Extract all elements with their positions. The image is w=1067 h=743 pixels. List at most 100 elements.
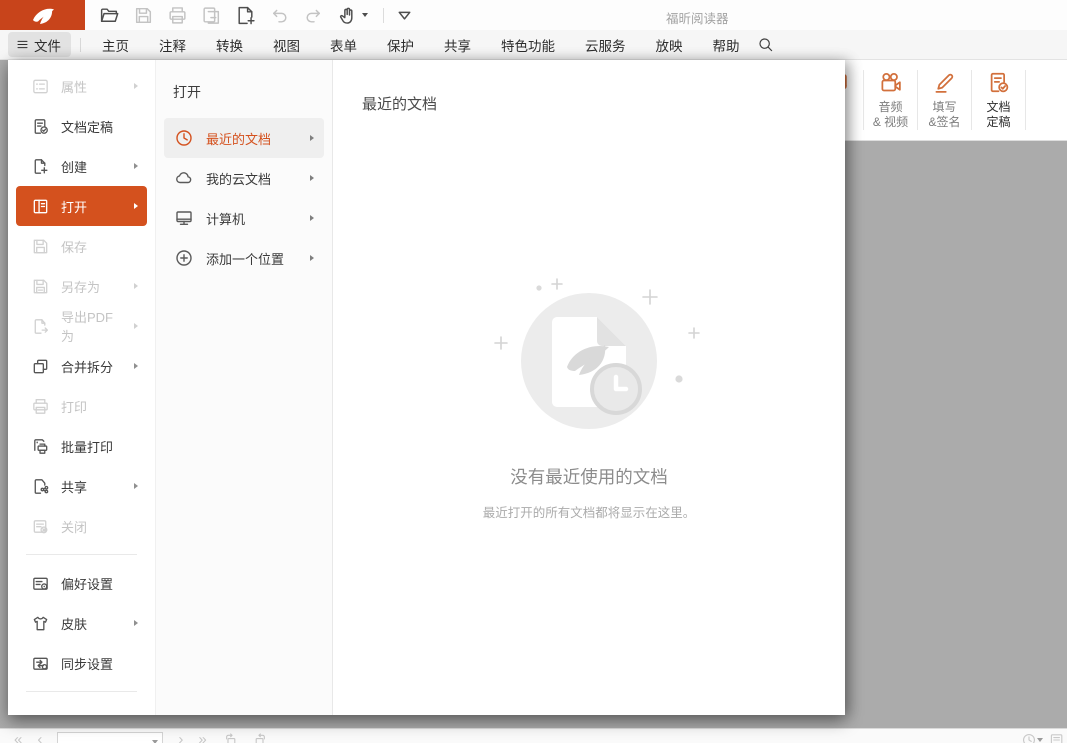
recent-documents-panel: 最近的文档 [333,60,845,715]
menu-tab-convert[interactable]: 转换 [201,30,258,60]
menu-tab-protect[interactable]: 保护 [372,30,429,60]
statusbar-control-page-number-combobox[interactable] [57,732,163,743]
view-mode-icon [1021,732,1037,743]
file-menu-item-label: 另存为 [61,277,100,296]
file-menu-item-skin[interactable]: 皮肤 [16,603,147,643]
qa-button-print[interactable] [167,5,188,26]
menu-tab-view[interactable]: 视图 [258,30,315,60]
menu-tab-label: 保护 [387,35,414,55]
qa-button-new-document[interactable] [235,5,256,26]
file-menu-sidebar: 属性 文档定稿 创建 打开 保存 [8,60,155,715]
menu-tab-comment[interactable]: 注释 [144,30,201,60]
file-menu-item-print[interactable]: 打印 [16,386,147,426]
file-menu-item-label: 同步设置 [61,654,113,673]
divider [26,691,137,692]
file-menu-item-label: 保存 [61,237,87,256]
menu-tab-present[interactable]: 放映 [641,30,698,60]
statusbar-control-first-page[interactable]: « [14,732,22,743]
file-menu-item-merge-split[interactable]: 合并拆分 [16,346,147,386]
menu-tab-share[interactable]: 共享 [429,30,486,60]
ribbon-home-tab-fragment: 像 注 音频 & 视频 填写 &签名 文档 定稿 [845,60,1067,141]
qa-button-hand-tool[interactable] [337,5,368,26]
qa-button-customize-quick-access[interactable] [394,5,415,26]
doc-check-icon [31,117,50,136]
menu-tab-help[interactable]: 帮助 [698,30,755,60]
statusbar-control-last-page[interactable]: » [198,732,206,743]
qa-button-save[interactable] [133,5,154,26]
file-menu-item-sync-settings[interactable]: 同步设置 [16,643,147,683]
open-location-label: 最近的文档 [206,129,271,148]
submenu-arrow-icon [310,255,314,261]
menu-tab-label: 视图 [273,35,300,55]
open-location-item-recent-documents[interactable]: 最近的文档 [164,118,324,158]
file-menu-item-label: 创建 [61,157,87,176]
statusbar-control-clipped-control[interactable] [1049,732,1065,743]
empty-recent-documents-graphic [509,281,669,441]
printer-icon [167,5,188,26]
divider [26,554,137,555]
hand-icon [337,5,358,26]
file-menu-item-export-pdf[interactable]: 导出PDF为 [16,306,147,346]
open-location-item-my-cloud-documents[interactable]: 我的云文档 [164,158,324,198]
clock-icon [174,128,194,148]
file-menu-item-properties[interactable]: 属性 [16,66,147,106]
qa-button-copy-page[interactable] [201,5,222,26]
file-menu-item-save-as[interactable]: 另存为 [16,266,147,306]
file-menu-item-batch-print[interactable]: 批量打印 [16,426,147,466]
doc-plus-icon [31,157,50,176]
file-menu-item-open[interactable]: 打开 [16,186,147,226]
open-location-item-computer[interactable]: 计算机 [164,198,324,238]
ribbon-button-audio-video[interactable]: 音频 & 视频 [864,60,917,140]
qa-button-open[interactable] [99,5,120,26]
properties-icon [31,77,50,96]
menu-tab-cloud[interactable]: 云服务 [570,30,641,60]
printer-icon [31,397,50,416]
file-menu-item-save[interactable]: 保存 [16,226,147,266]
statusbar-control-prev-page[interactable]: ‹ [37,732,42,743]
ribbon-button-fill-sign[interactable]: 填写 &签名 [918,60,971,140]
titlebar: 福昕阅读器 [0,0,1067,30]
foxit-logo[interactable] [0,0,85,30]
submenu-arrow-icon [134,83,138,89]
open-location-item-add-a-place[interactable]: 添加一个位置 [164,238,324,278]
new-doc-icon [235,5,256,26]
statusbar-control-view-mode[interactable] [1021,732,1043,743]
caret-down-icon [152,740,158,743]
statusbar-control-rotate-right[interactable] [253,732,269,743]
file-menu-item-share[interactable]: 共享 [16,466,147,506]
file-menu-button[interactable]: 文件 [8,32,71,57]
file-menu-item-label: 关闭 [61,517,87,536]
app-title: 福昕阅读器 [666,8,729,27]
file-menu-item-create[interactable]: 创建 [16,146,147,186]
ribbon-button-label: 填写 &签名 [928,100,960,129]
quick-access-toolbar [99,5,428,26]
divider [1025,70,1026,130]
qa-button-redo[interactable] [303,5,324,26]
file-menu-item-label: 偏好设置 [61,574,113,593]
menu-tab-form[interactable]: 表单 [315,30,372,60]
menu-tab-home[interactable]: 主页 [87,30,144,60]
file-menu-item-finalize-document[interactable]: 文档定稿 [16,106,147,146]
nav-glyph-icon: ‹ [37,732,42,743]
ribbon-search-button[interactable] [757,36,774,53]
page-number-combobox[interactable] [57,732,163,743]
batch-print-icon [31,437,50,456]
partial-box-icon [1049,732,1065,743]
ribbon-button-label: 音频 & 视频 [873,100,908,129]
ribbon-button-finalize-document[interactable]: 文档 定稿 [972,60,1025,140]
file-menu-item-label: 打印 [61,397,87,416]
search-icon [757,36,774,53]
menu-tab-label: 帮助 [713,35,740,55]
redo-icon [303,5,324,26]
folder-open-icon [99,5,120,26]
statusbar-control-rotate-left[interactable] [222,732,238,743]
open-location-label: 添加一个位置 [206,249,284,268]
empty-state-subtitle: 最近打开的所有文档都将显示在这里。 [333,502,845,521]
menu-tab-label: 主页 [102,35,129,55]
qa-button-undo[interactable] [269,5,290,26]
menu-tab-label: 共享 [444,35,471,55]
file-menu-item-close[interactable]: 关闭 [16,506,147,546]
statusbar-control-next-page[interactable]: › [178,732,183,743]
file-menu-item-preferences[interactable]: 偏好设置 [16,563,147,603]
menu-tab-features[interactable]: 特色功能 [486,30,570,60]
